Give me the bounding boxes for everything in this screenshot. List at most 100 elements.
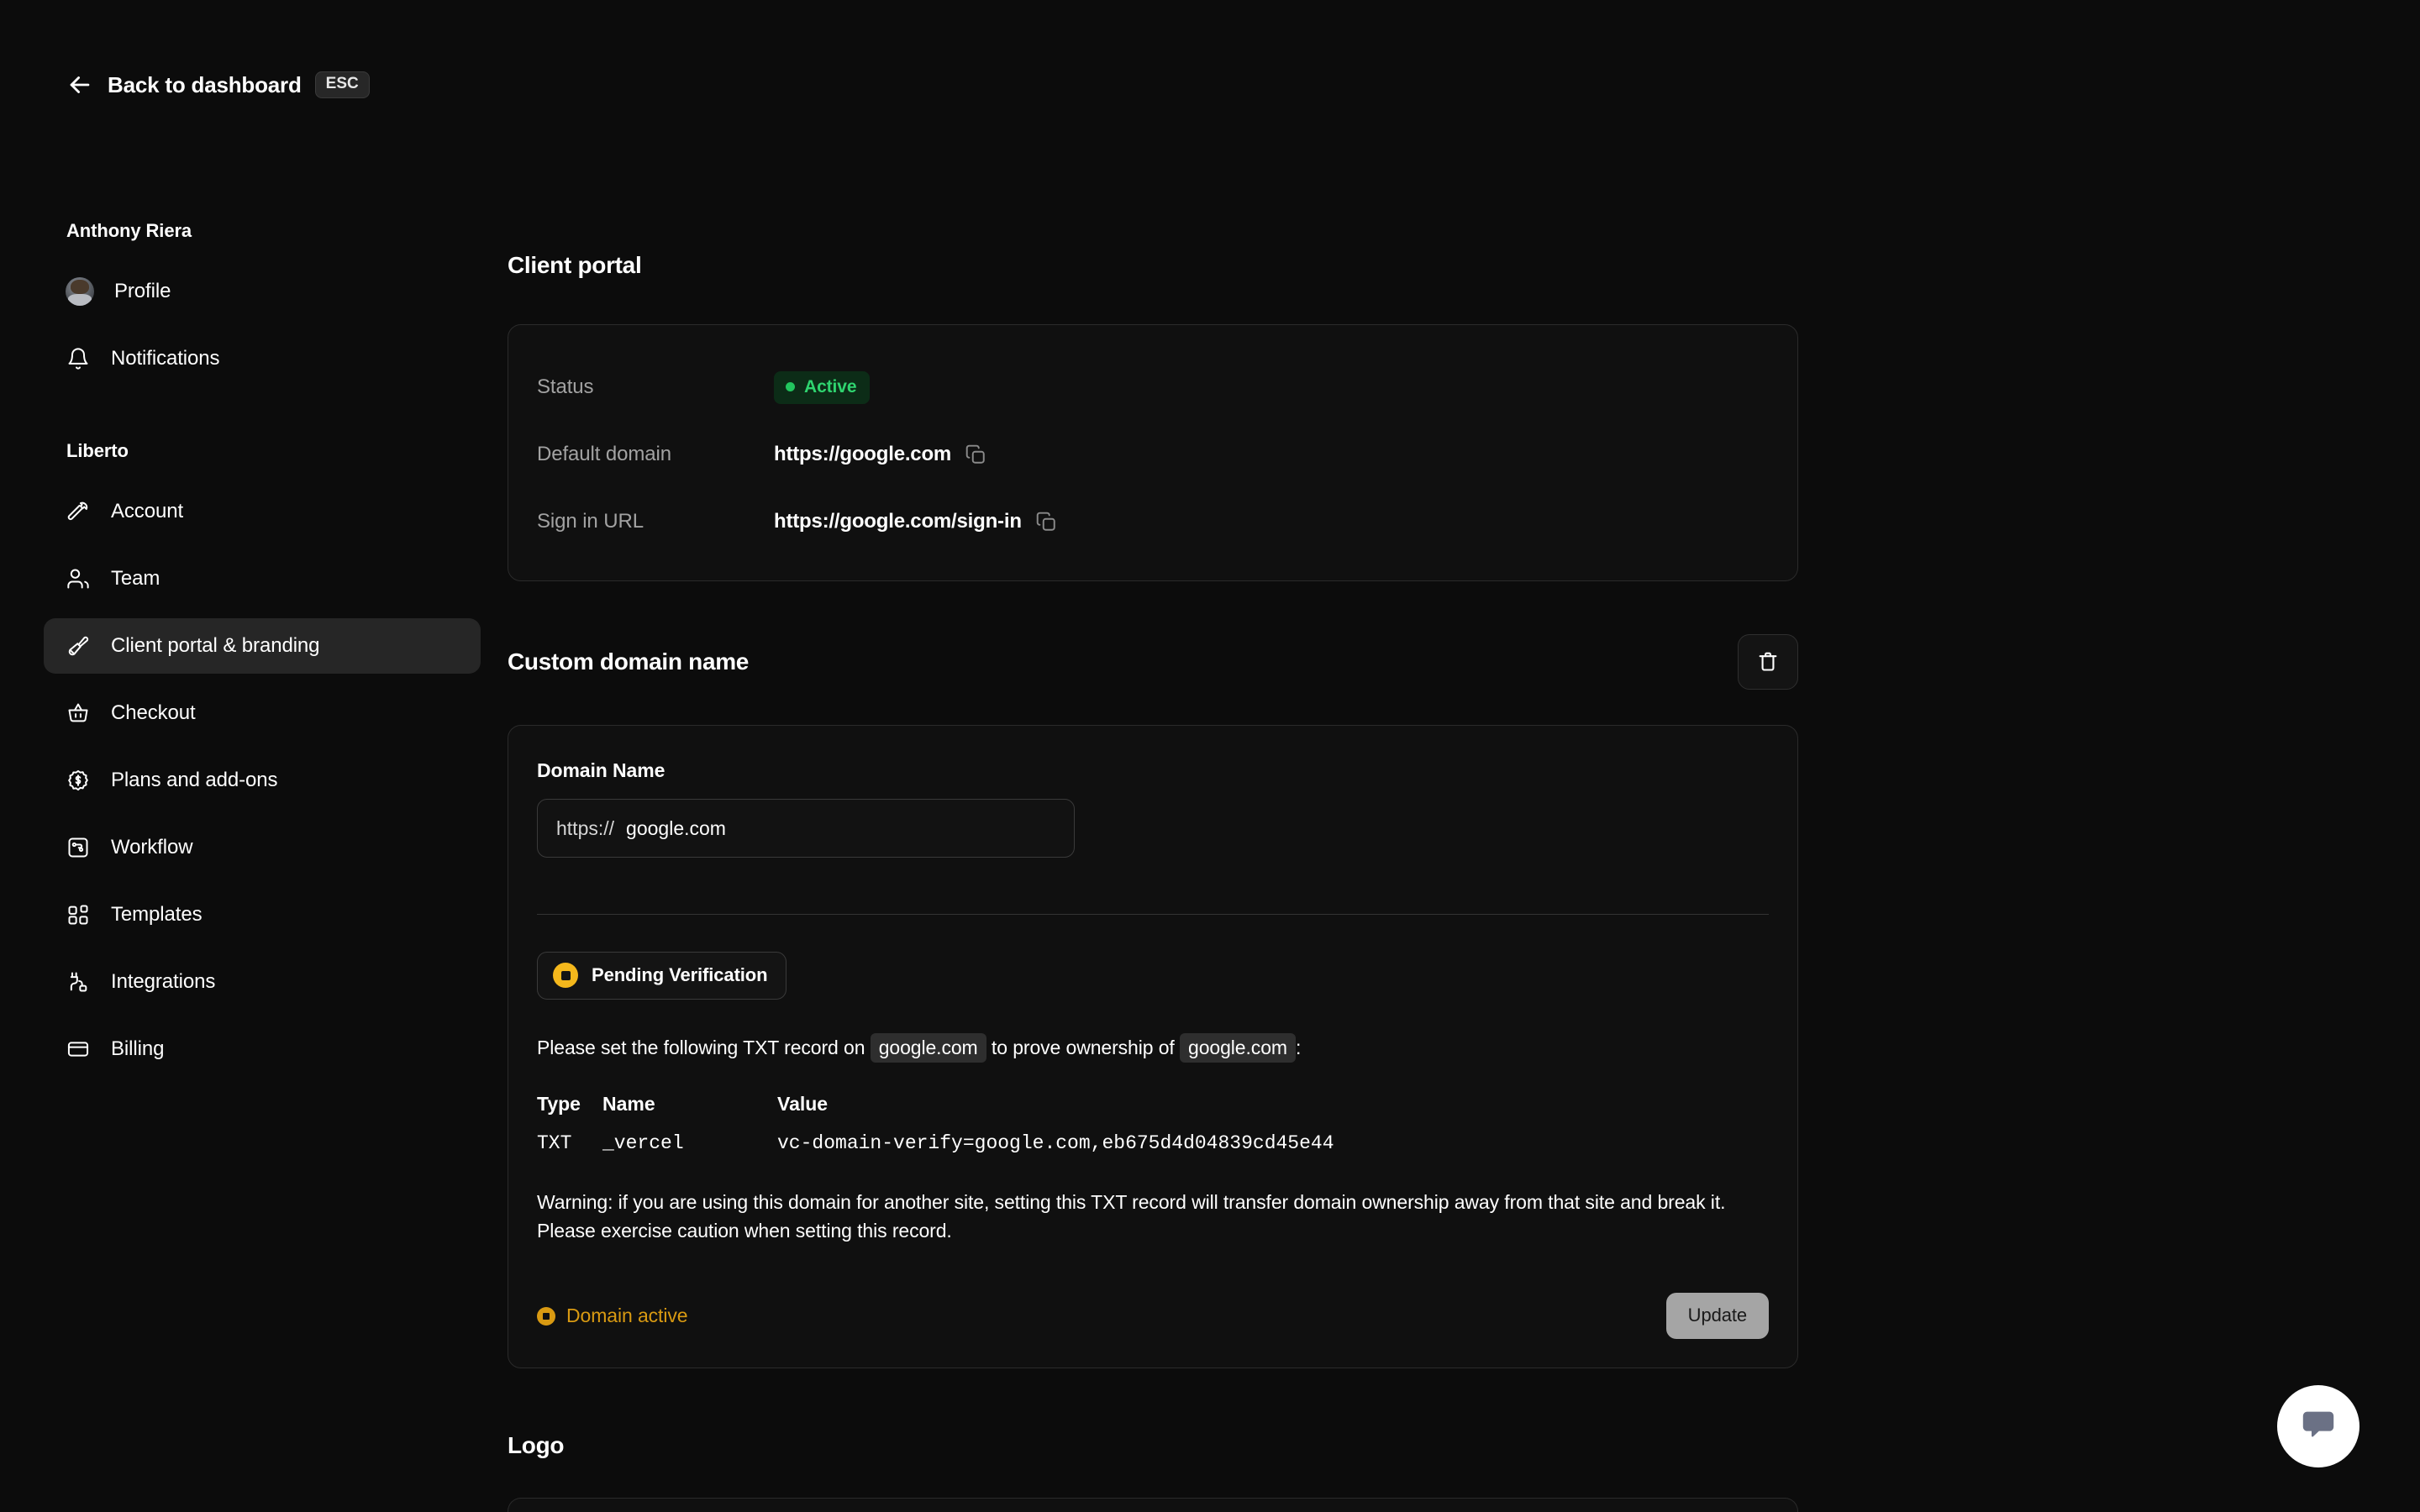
bell-icon xyxy=(66,346,91,371)
wrench-icon xyxy=(66,499,91,524)
instruction-suffix: : xyxy=(1295,1037,1302,1058)
sidebar-item-label: Notifications xyxy=(111,347,220,370)
card-divider xyxy=(537,914,1769,915)
sidebar-item-billing[interactable]: Billing xyxy=(44,1021,481,1077)
custom-domain-section: Custom domain name Domain Name https:// … xyxy=(508,634,1798,1369)
logo-title: Logo xyxy=(508,1432,565,1458)
status-dot-icon xyxy=(786,382,795,391)
sidebar-item-checkout[interactable]: Checkout xyxy=(44,685,481,741)
sidebar-item-label: Team xyxy=(111,567,160,590)
domain-name-input[interactable]: https:// google.com xyxy=(537,799,1075,858)
record-value: vc-domain-verify=google.com,eb675d4d0483… xyxy=(777,1131,1334,1154)
dollar-badge-icon xyxy=(66,768,91,793)
settings-sidebar: Anthony Riera Profile Notifications Libe… xyxy=(44,220,481,1089)
domain-active-label: Domain active xyxy=(566,1305,688,1327)
column-header-type: Type xyxy=(537,1092,581,1115)
table-header-row: Type Name Value xyxy=(537,1093,1769,1116)
back-label: Back to dashboard xyxy=(108,71,302,97)
column-header-value: Value xyxy=(777,1092,829,1115)
sidebar-item-templates[interactable]: Templates xyxy=(44,887,481,942)
pending-verification-badge: Pending Verification xyxy=(537,952,787,1000)
record-type: TXT xyxy=(537,1131,572,1154)
pending-icon xyxy=(553,963,578,988)
instruction-domain-chip-1: google.com xyxy=(870,1033,986,1063)
sidebar-item-account[interactable]: Account xyxy=(44,484,481,539)
sidebar-item-notifications[interactable]: Notifications xyxy=(44,331,481,386)
status-badge: Active xyxy=(774,370,871,404)
sidebar-item-workflow[interactable]: Workflow xyxy=(44,820,481,875)
copy-icon[interactable] xyxy=(1035,511,1057,533)
avatar xyxy=(66,277,94,306)
signin-url-value: https://google.com/sign-in xyxy=(774,510,1022,533)
domain-name-label: Domain Name xyxy=(537,759,666,781)
copy-icon[interactable] xyxy=(965,444,986,465)
domain-active-icon xyxy=(537,1306,555,1326)
sidebar-item-integrations[interactable]: Integrations xyxy=(44,954,481,1010)
dns-record-table: Type Name Value TXT _vercel vc-domain-ve… xyxy=(537,1093,1769,1154)
sidebar-group-org: Liberto xyxy=(66,440,129,461)
card-icon xyxy=(66,1037,91,1062)
protocol-prefix: https:// xyxy=(556,816,615,839)
custom-domain-card: Domain Name https:// google.com Pending … xyxy=(508,725,1798,1369)
users-icon xyxy=(66,566,91,591)
update-button[interactable]: Update xyxy=(1665,1293,1769,1340)
templates-icon xyxy=(66,902,91,927)
delete-domain-button[interactable] xyxy=(1738,634,1798,690)
sidebar-item-team[interactable]: Team xyxy=(44,551,481,606)
custom-domain-title: Custom domain name xyxy=(508,648,750,675)
default-domain-label: Default domain xyxy=(537,443,672,465)
pending-verification-label: Pending Verification xyxy=(592,964,768,985)
arrow-left-icon xyxy=(66,71,94,99)
trash-icon xyxy=(1756,649,1780,675)
esc-key-chip: ESC xyxy=(314,71,370,98)
sidebar-item-profile[interactable]: Profile xyxy=(44,264,481,319)
signin-url-label: Sign in URL xyxy=(537,510,644,533)
sidebar-item-label: Account xyxy=(111,500,184,522)
sidebar-item-plans-and-add-ons[interactable]: Plans and add-ons xyxy=(44,753,481,808)
back-to-dashboard-button[interactable]: Back to dashboard ESC xyxy=(66,71,370,99)
instruction-prefix: Please set the following TXT record on xyxy=(537,1037,865,1058)
sidebar-item-label: Profile xyxy=(114,280,171,302)
status-row: Status Active xyxy=(537,354,1769,421)
instruction-domain-chip-2: google.com xyxy=(1180,1033,1296,1063)
sidebar-item-client-portal-branding[interactable]: Client portal & branding xyxy=(44,618,481,674)
table-row: TXT _vercel vc-domain-verify=google.com,… xyxy=(537,1132,1769,1154)
status-value: Active xyxy=(774,370,871,404)
logo-card xyxy=(508,1498,1798,1512)
domain-name-value: google.com xyxy=(626,816,726,839)
domain-active-status: Domain active xyxy=(537,1305,688,1327)
signin-url-row: Sign in URL https://google.com/sign-in xyxy=(537,488,1769,555)
default-domain-row: Default domain https://google.com xyxy=(537,421,1769,488)
sidebar-item-label: Workflow xyxy=(111,836,193,858)
status-label: Status xyxy=(537,375,594,398)
app-root: Back to dashboard ESC Anthony Riera Prof… xyxy=(0,0,2420,1512)
plug-icon xyxy=(66,969,91,995)
domain-warning-text: Warning: if you are using this domain fo… xyxy=(537,1190,1726,1242)
column-header-name: Name xyxy=(602,1092,655,1115)
basket-icon xyxy=(66,701,91,726)
sidebar-item-label: Plans and add-ons xyxy=(111,769,278,791)
default-domain-value-group: https://google.com xyxy=(774,443,986,466)
custom-domain-header: Custom domain name xyxy=(508,634,1798,690)
client-portal-card: Status Active Default domain https://goo… xyxy=(508,324,1798,581)
paintbrush-icon xyxy=(66,633,91,659)
record-name: _vercel xyxy=(602,1131,684,1154)
status-badge-label: Active xyxy=(804,376,857,396)
client-portal-section: Client portal Status Active Default doma… xyxy=(508,252,1798,581)
verification-instruction: Please set the following TXT record on g… xyxy=(537,1033,1769,1063)
chat-widget-button[interactable] xyxy=(2277,1385,2360,1467)
sidebar-item-label: Templates xyxy=(111,903,203,926)
logo-section: Logo xyxy=(508,1432,1798,1512)
instruction-middle: to prove ownership of xyxy=(991,1037,1175,1058)
sidebar-item-label: Integrations xyxy=(111,970,216,993)
sidebar-group-user: Anthony Riera xyxy=(66,220,192,241)
sidebar-item-label: Billing xyxy=(111,1037,165,1060)
custom-domain-footer: Domain active Update xyxy=(537,1293,1769,1340)
chat-bubble-icon xyxy=(2299,1405,2338,1448)
sidebar-item-label: Client portal & branding xyxy=(111,634,320,657)
sidebar-item-label: Checkout xyxy=(111,701,196,724)
workflow-icon xyxy=(66,835,91,860)
default-domain-value: https://google.com xyxy=(774,443,952,465)
signin-url-value-group: https://google.com/sign-in xyxy=(774,510,1057,533)
client-portal-title: Client portal xyxy=(508,252,642,278)
